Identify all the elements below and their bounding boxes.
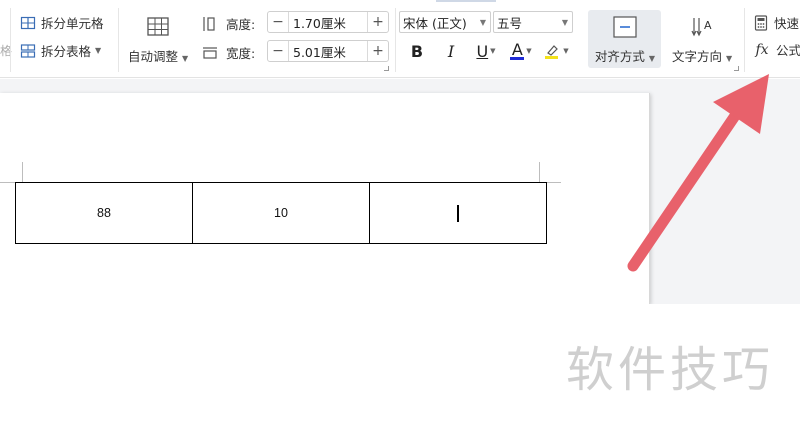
- watermark-text: 软件技巧: [566, 342, 775, 398]
- word-processor-window: 格 拆分单元格 拆分表格 ▼ 自动调整 ▼ 高度: − 1.70厘米 + 宽度:…: [0, 0, 800, 424]
